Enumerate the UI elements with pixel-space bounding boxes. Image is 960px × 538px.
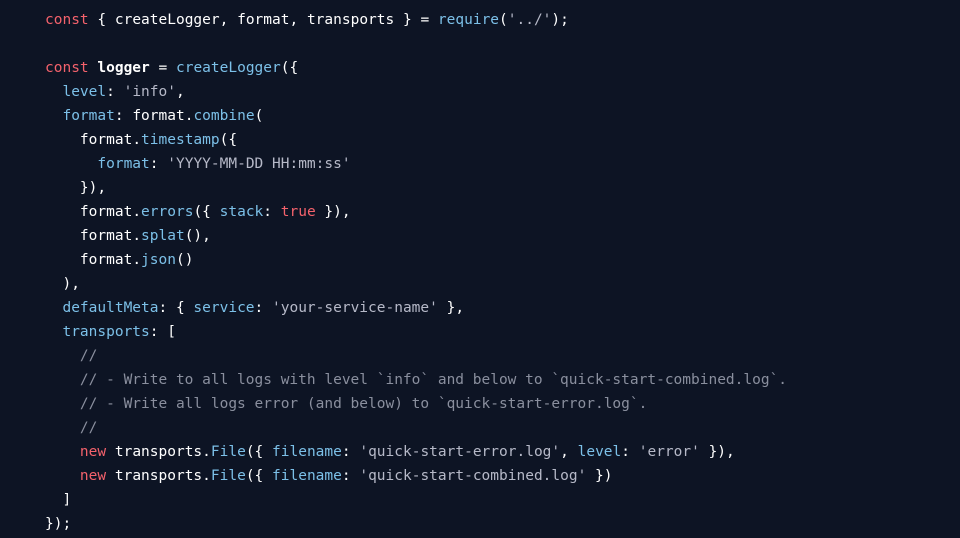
comment: // bbox=[80, 348, 97, 364]
keyword-const: const bbox=[45, 12, 89, 28]
comment: // - Write all logs error (and below) to… bbox=[80, 396, 647, 412]
code-block: const { createLogger, format, transports… bbox=[0, 0, 960, 536]
comment: // bbox=[80, 420, 97, 436]
comment: // - Write to all logs with level `info`… bbox=[80, 372, 787, 388]
var-logger: logger bbox=[97, 60, 149, 76]
